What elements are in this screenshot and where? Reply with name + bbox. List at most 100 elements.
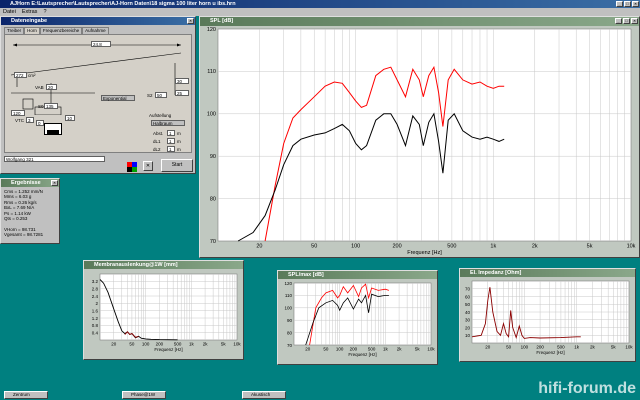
close-icon[interactable]: × [187, 18, 194, 24]
menu-datei[interactable]: Datei [3, 8, 16, 16]
maximize-icon[interactable]: □ [623, 18, 630, 24]
tab-treiber[interactable]: Treiber [4, 27, 25, 34]
l2-field[interactable]: 10 [65, 115, 75, 121]
x-tick-label: 2k [203, 342, 209, 347]
minimized-akustisch[interactable]: Akustisch [242, 391, 286, 399]
aufstellung-select[interactable]: Halbraum [151, 120, 185, 126]
dl2-field[interactable]: 1 [167, 146, 175, 152]
x-tick-label: 100 [351, 244, 360, 250]
watermark: hifi-forum.de [538, 380, 636, 397]
input-titlebar[interactable]: Dateneingabe × [1, 17, 195, 25]
y-tick-label: 1.6 [92, 308, 99, 313]
horn-length-field[interactable]: 24.8 [91, 41, 111, 47]
abst-field[interactable]: 1 [167, 130, 175, 136]
r-top-field[interactable]: 30 [175, 78, 189, 84]
x-tick-label: 100 [521, 345, 529, 350]
color-picker-icon[interactable] [127, 162, 137, 172]
minimize-icon[interactable]: _ [616, 1, 623, 7]
y-tick-label: 1.2 [92, 316, 99, 321]
x-tick-label: 1k [189, 342, 195, 347]
s0-label: S0 [38, 104, 44, 109]
splmax-title: SPL/max [dB] [288, 272, 324, 278]
footer-field[interactable]: Wolfgang 321 [4, 156, 105, 162]
minimized-zentrum[interactable]: Zentrum [4, 391, 48, 399]
s2r-field[interactable]: 50 [155, 92, 167, 98]
start-button[interactable]: Start [161, 159, 193, 172]
aufstellung-label: Aufstellung [149, 113, 172, 118]
excursion-chart: 0.4 0.8 1.2 1.6 2 2.4 2.8 3.2 20 50 100 200 500 1k 2k 5… [92, 273, 241, 352]
y-tick-label: 110 [207, 69, 216, 75]
x-tick-label: 500 [174, 342, 182, 347]
x-tick-label: 5k [221, 342, 227, 347]
x-tick-label: 20 [111, 342, 117, 347]
maximize-icon[interactable]: □ [624, 1, 631, 7]
close-icon[interactable]: × [632, 1, 639, 7]
x-axis-label: Frequenz [Hz] [536, 350, 564, 355]
s-left-field[interactable]: 120 [11, 110, 25, 116]
x-tick-label: 5k [587, 244, 593, 250]
x-tick-label: 20 [256, 244, 262, 250]
close-icon[interactable]: × [631, 18, 638, 24]
y-tick-label: 80 [210, 196, 216, 202]
splmax-window: SPL/max [dB] 70 80 90 100 110 120 20 50 100 200 50… [277, 270, 438, 365]
x-tick-label: 100 [336, 347, 344, 352]
y-tick-label: 0.4 [92, 330, 99, 335]
y-tick-label: 3.2 [92, 279, 99, 284]
impedance-titlebar[interactable]: El. Impedanz [Ohm] [460, 269, 635, 277]
input-title: Dateneingabe [11, 18, 48, 24]
tab-frequenzbereiche[interactable]: Frequenzbereiche [39, 27, 83, 34]
vtc-label: VTC [15, 118, 24, 123]
y-tick-label: 50 [465, 302, 471, 307]
x-tick-label: 100 [142, 342, 150, 347]
menu-help[interactable]: ? [43, 8, 46, 16]
l1-field[interactable]: 0 [36, 120, 44, 126]
menu-extras[interactable]: Extras [22, 8, 38, 16]
r-bot-field[interactable]: 25 [175, 90, 189, 96]
app-title: AJHorn E:\Lautsprecher\Lautsprecher\AJ-H… [10, 1, 236, 7]
x-tick-label: 10k [233, 342, 241, 347]
driver-icon [44, 123, 62, 135]
tab-aufnahme[interactable]: Aufnahme [82, 27, 109, 34]
y-tick-label: 90 [210, 154, 216, 160]
clear-button[interactable]: ✕ [143, 161, 153, 171]
close-icon[interactable]: × [51, 180, 58, 186]
x-tick-label: 5k [611, 345, 617, 350]
aufstellung-group: Aufstellung Halbraum Abst. 1 m dL1 1 m d… [147, 113, 191, 157]
abst-unit: m [177, 131, 181, 136]
x-tick-label: 2k [590, 345, 596, 350]
vab-field[interactable]: 20 [46, 84, 57, 90]
results-titlebar[interactable]: Ergebnisse × [1, 179, 59, 187]
spl-main-titlebar[interactable]: SPL [dB] _ □ × [200, 17, 639, 26]
dl1-field[interactable]: 1 [167, 138, 175, 144]
s0-field[interactable]: 135 [44, 103, 58, 109]
x-tick-label: 50 [506, 345, 512, 350]
x-tick-label: 20 [485, 345, 491, 350]
results-window: Ergebnisse × Cms = 1.252 mm/N Mms = 6.03 … [0, 178, 60, 244]
y-tick-label: 110 [285, 293, 293, 298]
dl1-label: dL1 [153, 139, 161, 144]
app-titlebar[interactable]: AJHorn E:\Lautsprecher\Lautsprecher\AJ-H… [0, 0, 640, 8]
impedance-window: El. Impedanz [Ohm] 10 20 30 40 50 60 70 20 50 100… [459, 268, 636, 362]
y-tick-label: 0.8 [92, 323, 99, 328]
vtc-field[interactable]: 3 [26, 117, 34, 123]
y-tick-label: 2.4 [92, 294, 99, 299]
y-tick-label: 70 [465, 287, 471, 292]
y-tick-label: 120 [207, 27, 216, 33]
s2-label: S2 [147, 93, 153, 98]
cm2-label: cm² [28, 73, 36, 78]
minimize-icon[interactable]: _ [615, 18, 622, 24]
abst-label: Abst. [153, 131, 164, 136]
spl-main-title: SPL [dB] [210, 18, 234, 24]
splmax-titlebar[interactable]: SPL/max [dB] [278, 271, 437, 279]
impedance-title: El. Impedanz [Ohm] [470, 270, 522, 276]
menubar: Datei Extras ? [0, 8, 640, 16]
x-tick-label: 10k [427, 347, 435, 352]
profile-select[interactable]: Exponential [101, 95, 135, 101]
s1-field[interactable]: 272 [14, 72, 27, 78]
minimized-phase[interactable]: Phase@1W [122, 391, 166, 399]
input-window: Dateneingabe × Treiber Horn Frequenzbere… [0, 16, 196, 174]
excursion-titlebar[interactable]: Membranauslenkung@1W [mm] [84, 261, 243, 269]
tab-horn[interactable]: Horn [24, 27, 40, 34]
x-axis-label: Frequenz [Hz] [154, 347, 182, 352]
x-tick-label: 200 [393, 244, 402, 250]
